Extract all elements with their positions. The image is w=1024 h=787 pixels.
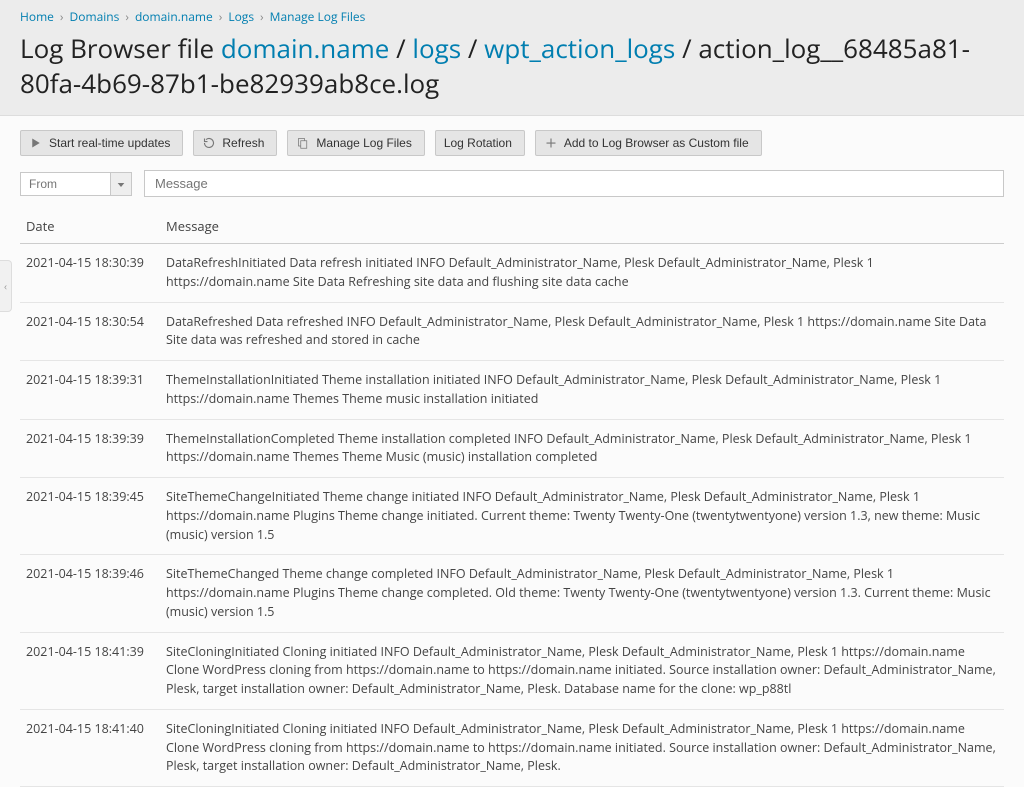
log-date: 2021-04-15 18:30:54	[20, 302, 160, 361]
add-custom-file-button[interactable]: Add to Log Browser as Custom file	[535, 130, 762, 156]
log-date: 2021-04-15 18:30:39	[20, 244, 160, 303]
chevron-right-icon: ›	[219, 8, 223, 25]
log-message: ThemeInstallationInitiated Theme install…	[160, 361, 1004, 420]
title-path-link[interactable]: logs	[412, 30, 461, 66]
chevron-right-icon: ›	[125, 8, 129, 25]
page-title: Log Browser file domain.name / logs / wp…	[20, 31, 1004, 101]
table-row: 2021-04-15 18:39:46SiteThemeChanged Them…	[20, 555, 1004, 632]
toolbar-label: Manage Log Files	[316, 136, 411, 150]
toolbar: Start real-time updates Refresh Manage L…	[0, 116, 1024, 166]
start-realtime-updates-button[interactable]: Start real-time updates	[20, 130, 183, 156]
refresh-icon	[202, 136, 216, 150]
sidebar-collapse-handle[interactable]: ‹	[0, 260, 12, 312]
log-message: DataRefreshInitiated Data refresh initia…	[160, 244, 1004, 303]
log-message: SiteThemeChanged Theme change completed …	[160, 555, 1004, 632]
breadcrumb: Home › Domains › domain.name › Logs › Manage Log…	[20, 8, 1004, 25]
chevron-down-icon	[117, 175, 125, 193]
log-date: 2021-04-15 18:41:40	[20, 709, 160, 786]
breadcrumb-item[interactable]: domain.name	[135, 8, 213, 25]
refresh-button[interactable]: Refresh	[193, 130, 277, 156]
table-row: 2021-04-15 18:39:45SiteThemeChangeInitia…	[20, 478, 1004, 555]
toolbar-label: Start real-time updates	[49, 136, 170, 150]
breadcrumb-item[interactable]: Home	[20, 8, 54, 25]
chevron-right-icon: ›	[260, 8, 264, 25]
toolbar-label: Log Rotation	[444, 136, 512, 150]
title-path-segment: /	[675, 30, 698, 66]
toolbar-label: Add to Log Browser as Custom file	[564, 136, 749, 150]
play-icon	[29, 136, 43, 150]
column-header-message[interactable]: Message	[160, 209, 1004, 244]
table-row: 2021-04-15 18:30:54DataRefreshed Data re…	[20, 302, 1004, 361]
log-date: 2021-04-15 18:39:39	[20, 419, 160, 478]
files-icon	[296, 136, 310, 150]
log-message: DataRefreshed Data refreshed INFO Defaul…	[160, 302, 1004, 361]
manage-log-files-button[interactable]: Manage Log Files	[287, 130, 424, 156]
title-path-link[interactable]: domain.name	[221, 30, 389, 66]
log-message: SiteThemeChangeInitiated Theme change in…	[160, 478, 1004, 555]
log-message: SiteCloningInitiated Cloning initiated I…	[160, 709, 1004, 786]
from-date-input[interactable]	[20, 172, 110, 196]
table-row: 2021-04-15 18:39:39ThemeInstallationComp…	[20, 419, 1004, 478]
from-date-dropdown-button[interactable]	[110, 172, 132, 196]
log-table: Date Message 2021-04-15 18:30:39DataRefr…	[20, 209, 1004, 787]
log-date: 2021-04-15 18:39:45	[20, 478, 160, 555]
log-date: 2021-04-15 18:39:31	[20, 361, 160, 420]
message-filter-input[interactable]	[144, 170, 1004, 197]
breadcrumb-item[interactable]: Logs	[228, 8, 254, 25]
log-date: 2021-04-15 18:39:46	[20, 555, 160, 632]
log-message: ThemeInstallationCompleted Theme install…	[160, 419, 1004, 478]
chevron-right-icon: ›	[60, 8, 64, 25]
log-date: 2021-04-15 18:41:39	[20, 632, 160, 709]
toolbar-label: Refresh	[222, 136, 264, 150]
table-row: 2021-04-15 18:30:39DataRefreshInitiated …	[20, 244, 1004, 303]
table-row: 2021-04-15 18:39:31ThemeInstallationInit…	[20, 361, 1004, 420]
title-path-segment: /	[461, 30, 484, 66]
title-path-link[interactable]: wpt_action_logs	[484, 30, 675, 66]
title-path-segment: /	[389, 30, 412, 66]
filter-row	[0, 166, 1024, 209]
log-rotation-button[interactable]: Log Rotation	[435, 130, 525, 156]
plus-icon	[544, 136, 558, 150]
column-header-date[interactable]: Date	[20, 209, 160, 244]
breadcrumb-item[interactable]: Domains	[70, 8, 120, 25]
log-message: SiteCloningInitiated Cloning initiated I…	[160, 632, 1004, 709]
table-row: 2021-04-15 18:41:40SiteCloningInitiated …	[20, 709, 1004, 786]
breadcrumb-item[interactable]: Manage Log Files	[270, 8, 366, 25]
table-row: 2021-04-15 18:41:39SiteCloningInitiated …	[20, 632, 1004, 709]
